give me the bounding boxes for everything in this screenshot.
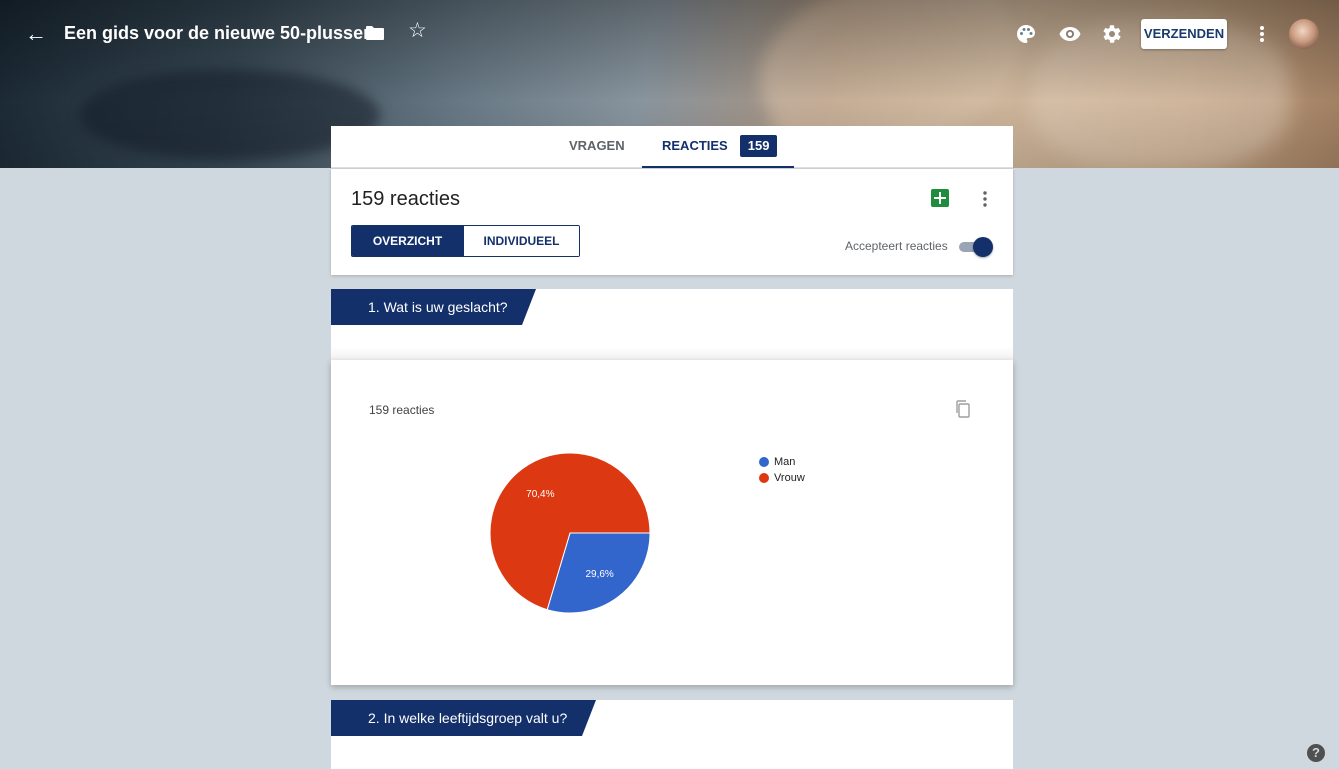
question-card: 2. In welke leeftijdsgroep valt u? (331, 700, 1013, 769)
overview-button[interactable]: OVERZICHT (352, 226, 463, 256)
question-title: 1. Wat is uw geslacht? (331, 289, 536, 325)
pie-data-label: 29,6% (585, 569, 613, 580)
tab-responses-label: REACTIES (662, 138, 728, 153)
accepting-responses-toggle[interactable] (957, 237, 993, 257)
chart-card: 159 reacties 29,6% 70,4% Man Vrouw (331, 360, 1013, 685)
responses-title: 159 reacties (351, 188, 460, 210)
avatar[interactable] (1289, 19, 1319, 49)
star-icon[interactable]: ☆ (408, 18, 427, 43)
legend-item[interactable]: Vrouw (759, 470, 805, 486)
more-vert-icon[interactable] (977, 189, 993, 209)
legend-item[interactable]: Man (759, 454, 805, 470)
palette-icon[interactable] (1014, 22, 1038, 46)
gear-icon[interactable] (1099, 22, 1123, 46)
tab-responses[interactable]: REACTIES 159 (642, 126, 794, 168)
top-bar: ← Een gids voor de nieuwe 50-plusser ☆ V… (0, 12, 1339, 56)
more-vert-icon[interactable] (1254, 21, 1270, 47)
view-toggle: OVERZICHT INDIVIDUEEL (351, 225, 580, 257)
question-title: 2. In welke leeftijdsgroep valt u? (331, 700, 596, 736)
send-button[interactable]: VERZENDEN (1141, 19, 1227, 49)
responses-count-badge: 159 (739, 135, 778, 157)
eye-icon[interactable] (1058, 22, 1082, 46)
accepting-responses-label: Accepteert reacties (845, 239, 948, 253)
sheets-icon[interactable] (931, 189, 949, 207)
tabs-bar: VRAGEN REACTIES 159 (331, 126, 1013, 168)
help-icon[interactable]: ? (1307, 744, 1325, 762)
legend-swatch (759, 473, 769, 483)
chart-legend: Man Vrouw (759, 454, 805, 486)
form-title: Een gids voor de nieuwe 50-plusser (64, 23, 371, 43)
legend-label: Vrouw (774, 472, 805, 484)
legend-label: Man (774, 456, 796, 468)
folder-icon[interactable] (366, 26, 384, 40)
individual-button[interactable]: INDIVIDUEEL (463, 226, 579, 256)
responses-summary-card: 159 reacties OVERZICHT INDIVIDUEEL Accep… (331, 169, 1013, 275)
pie-chart: 29,6% 70,4% (489, 452, 651, 614)
tab-questions[interactable]: VRAGEN (569, 126, 625, 168)
back-arrow-icon[interactable]: ← (22, 20, 50, 48)
legend-swatch (759, 457, 769, 467)
pie-data-label: 70,4% (526, 489, 554, 500)
